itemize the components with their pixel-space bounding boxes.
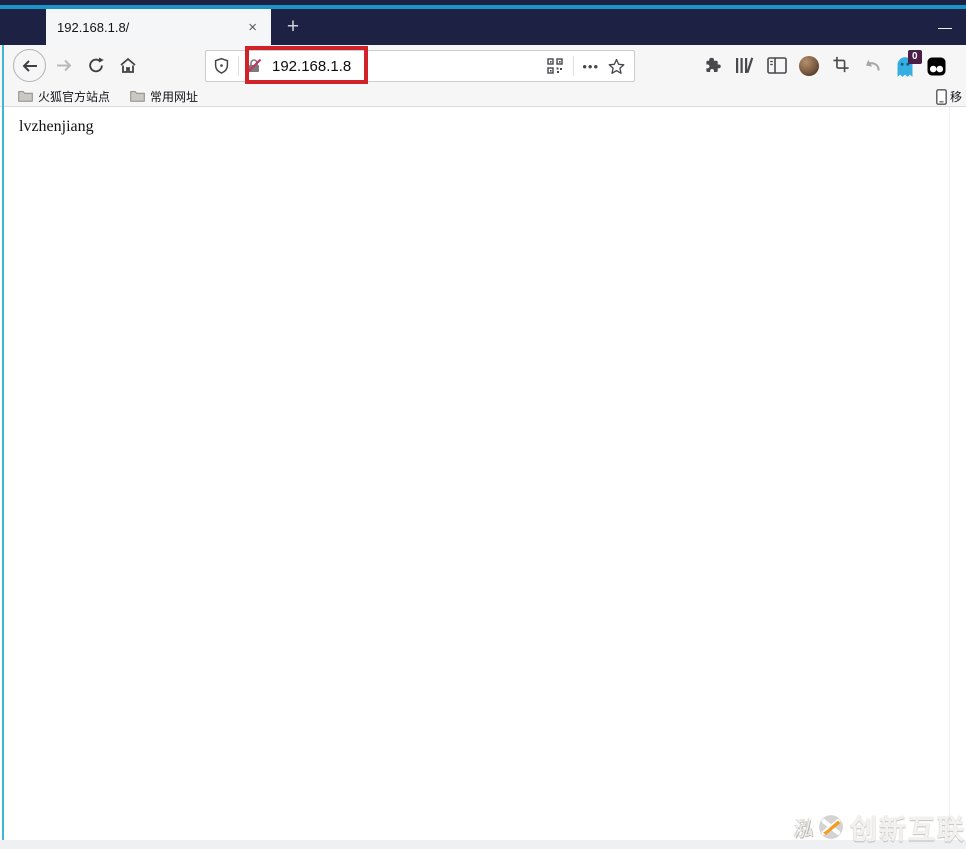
tab-bar: 192.168.1.8/ × + — (0, 9, 966, 45)
tab-active[interactable]: 192.168.1.8/ × (46, 9, 271, 45)
tracking-protection-shield-icon[interactable] (214, 57, 229, 75)
bookmark-label: 常用网址 (150, 89, 199, 104)
undo-arrow-icon[interactable] (862, 57, 882, 74)
navigation-toolbar: 192.168.1.8 ••• 0 (0, 45, 966, 86)
insecure-lock-icon[interactable] (246, 58, 262, 74)
window-left-edge (2, 45, 4, 840)
mobile-bookmarks-label: 移 (950, 90, 963, 104)
folder-icon (18, 91, 33, 102)
watermark-logo-icon (819, 815, 843, 839)
tab-title: 192.168.1.8/ (57, 19, 130, 35)
extensions-puzzle-icon[interactable] (703, 56, 723, 73)
tab-close-icon[interactable]: × (244, 18, 261, 37)
scrollbar-track[interactable] (949, 107, 950, 840)
bookmark-star-icon[interactable] (608, 58, 625, 75)
folder-icon (130, 91, 145, 102)
qr-code-icon[interactable] (547, 58, 564, 74)
bookmark-folder-common-sites[interactable]: 常用网址 (130, 88, 198, 105)
library-icon[interactable] (735, 57, 755, 74)
screenshot-crop-icon[interactable] (831, 56, 851, 73)
page-content: lvzhenjiang (0, 107, 966, 840)
home-button[interactable] (118, 57, 138, 74)
forward-button[interactable] (55, 57, 75, 74)
extension-ghost-icon[interactable]: 0 (895, 50, 922, 79)
url-text[interactable]: 192.168.1.8 (272, 58, 351, 75)
watermark: 泓 创新互联 (792, 806, 966, 848)
mobile-phone-icon (936, 88, 947, 105)
page-body-text: lvzhenjiang (19, 118, 94, 135)
watermark-glyph: 泓 (792, 817, 815, 842)
bookmark-folder-firefox-official[interactable]: 火狐官方站点 (18, 88, 110, 105)
sidebar-toggle-icon[interactable] (767, 57, 787, 74)
urlbar-divider2 (573, 56, 575, 76)
extension-tampermonkey-icon[interactable] (927, 57, 946, 76)
mobile-bookmarks-item[interactable]: 移 (936, 88, 962, 105)
new-tab-button[interactable]: + (280, 14, 306, 40)
minimize-button[interactable]: — (932, 15, 958, 41)
back-button[interactable] (13, 49, 46, 82)
back-arrow-icon (22, 59, 37, 72)
page-actions-button[interactable]: ••• (582, 59, 599, 74)
bookmarks-toolbar: 火狐官方站点 常用网址 移 (0, 86, 966, 107)
extension-badge: 0 (908, 50, 922, 64)
address-bar[interactable]: 192.168.1.8 ••• (205, 50, 635, 82)
account-avatar[interactable] (799, 56, 819, 76)
bookmark-label: 火狐官方站点 (38, 89, 111, 104)
watermark-brand-text: 创新互联 (850, 814, 966, 845)
browser-window: 192.168.1.8/ × + — 192.168.1.8 ••• 0 火狐官… (0, 0, 966, 849)
urlbar-divider (238, 56, 239, 76)
reload-button[interactable] (86, 57, 106, 74)
